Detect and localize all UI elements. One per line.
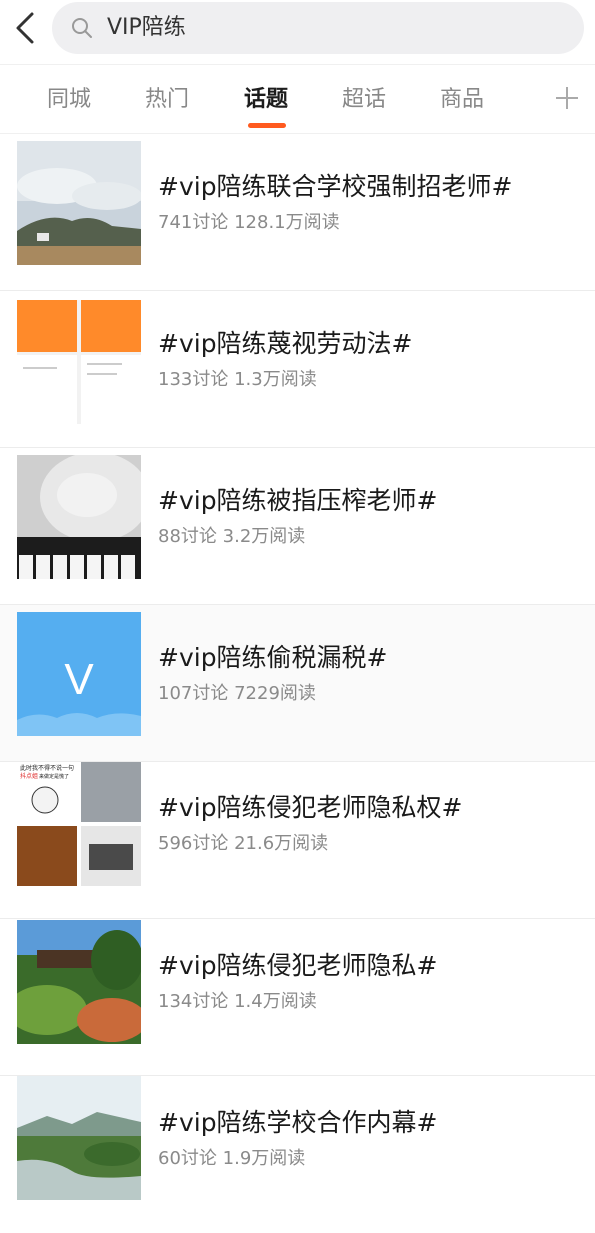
topic-thumbnail — [17, 300, 141, 424]
discussion-count: 107讨论 — [158, 683, 229, 704]
topic-row[interactable]: #vip陪练侵犯老师隐私# 134讨论 1.4万阅读 — [0, 919, 595, 1076]
read-count: 128.1万阅读 — [234, 212, 340, 233]
active-tab-indicator — [248, 123, 286, 128]
svg-text:抖点姐: 抖点姐 — [20, 772, 38, 780]
topic-thumbnail — [17, 920, 141, 1044]
tab-local[interactable]: 同城 — [47, 85, 91, 115]
topic-title: #vip陪练侵犯老师隐私权# — [158, 793, 463, 822]
svg-text:来做定是慌了: 来做定是慌了 — [39, 773, 69, 780]
topic-title: #vip陪练联合学校强制招老师# — [158, 172, 513, 201]
topic-stats: 133讨论 1.3万阅读 — [158, 368, 317, 392]
topic-row[interactable]: V #vip陪练偷税漏税# 107讨论 7229阅读 — [0, 605, 595, 762]
topic-thumbnail: V — [17, 612, 141, 736]
v-logo-letter: V — [64, 655, 94, 704]
topic-title: #vip陪练学校合作内幕# — [158, 1108, 438, 1137]
svg-text:此时我不得不说一句: 此时我不得不说一句 — [20, 764, 74, 772]
read-count: 1.3万阅读 — [234, 369, 317, 390]
topic-row[interactable]: #vip陪练被指压榨老师# 88讨论 3.2万阅读 — [0, 448, 595, 605]
topic-row[interactable]: 此时我不得不说一句 抖点姐 来做定是慌了 #vip陪练侵犯老师隐私权# 596讨… — [0, 762, 595, 919]
topic-stats: 107讨论 7229阅读 — [158, 682, 316, 706]
topic-title: #vip陪练偷税漏税# — [158, 643, 388, 672]
topic-stats: 88讨论 3.2万阅读 — [158, 525, 305, 549]
tab-products[interactable]: 商品 — [440, 85, 484, 115]
topic-stats: 741讨论 128.1万阅读 — [158, 211, 340, 235]
topic-row[interactable]: #vip陪练联合学校强制招老师# 741讨论 128.1万阅读 — [0, 134, 595, 291]
tab-topics[interactable]: 话题 — [244, 85, 288, 115]
tab-bar: 同城 热门 话题 超话 商品 — [0, 64, 595, 134]
search-input[interactable]: VIP陪练 — [52, 2, 584, 54]
topic-row[interactable]: #vip陪练学校合作内幕# 60讨论 1.9万阅读 — [0, 1076, 595, 1233]
discussion-count: 133讨论 — [158, 369, 229, 390]
topic-stats: 134讨论 1.4万阅读 — [158, 990, 317, 1014]
plus-icon[interactable] — [554, 85, 580, 111]
read-count: 21.6万阅读 — [234, 833, 329, 854]
tab-hot[interactable]: 热门 — [145, 85, 189, 115]
discussion-count: 741讨论 — [158, 212, 229, 233]
topic-thumbnail: 此时我不得不说一句 抖点姐 来做定是慌了 — [17, 762, 141, 886]
read-count: 7229阅读 — [234, 683, 316, 704]
topic-thumbnail — [17, 455, 141, 579]
discussion-count: 60讨论 — [158, 1148, 217, 1169]
read-count: 3.2万阅读 — [222, 526, 306, 547]
tab-super-topics[interactable]: 超话 — [342, 85, 386, 115]
topic-thumbnail — [17, 1076, 141, 1200]
back-button[interactable] — [8, 8, 44, 48]
search-query: VIP陪练 — [107, 15, 186, 40]
discussion-count: 134讨论 — [158, 991, 229, 1012]
discussion-count: 596讨论 — [158, 833, 229, 854]
topic-stats: 596讨论 21.6万阅读 — [158, 832, 328, 856]
read-count: 1.4万阅读 — [234, 991, 317, 1012]
read-count: 1.9万阅读 — [222, 1148, 306, 1169]
search-icon — [72, 18, 92, 38]
top-bar: VIP陪练 — [0, 0, 595, 62]
topic-title: #vip陪练蔑视劳动法# — [158, 329, 413, 358]
topic-stats: 60讨论 1.9万阅读 — [158, 1147, 305, 1171]
topic-row[interactable]: #vip陪练蔑视劳动法# 133讨论 1.3万阅读 — [0, 291, 595, 448]
topic-title: #vip陪练被指压榨老师# — [158, 486, 438, 515]
topic-title: #vip陪练侵犯老师隐私# — [158, 951, 438, 980]
chevron-left-icon — [16, 12, 34, 44]
discussion-count: 88讨论 — [158, 526, 217, 547]
topic-thumbnail — [17, 141, 141, 265]
